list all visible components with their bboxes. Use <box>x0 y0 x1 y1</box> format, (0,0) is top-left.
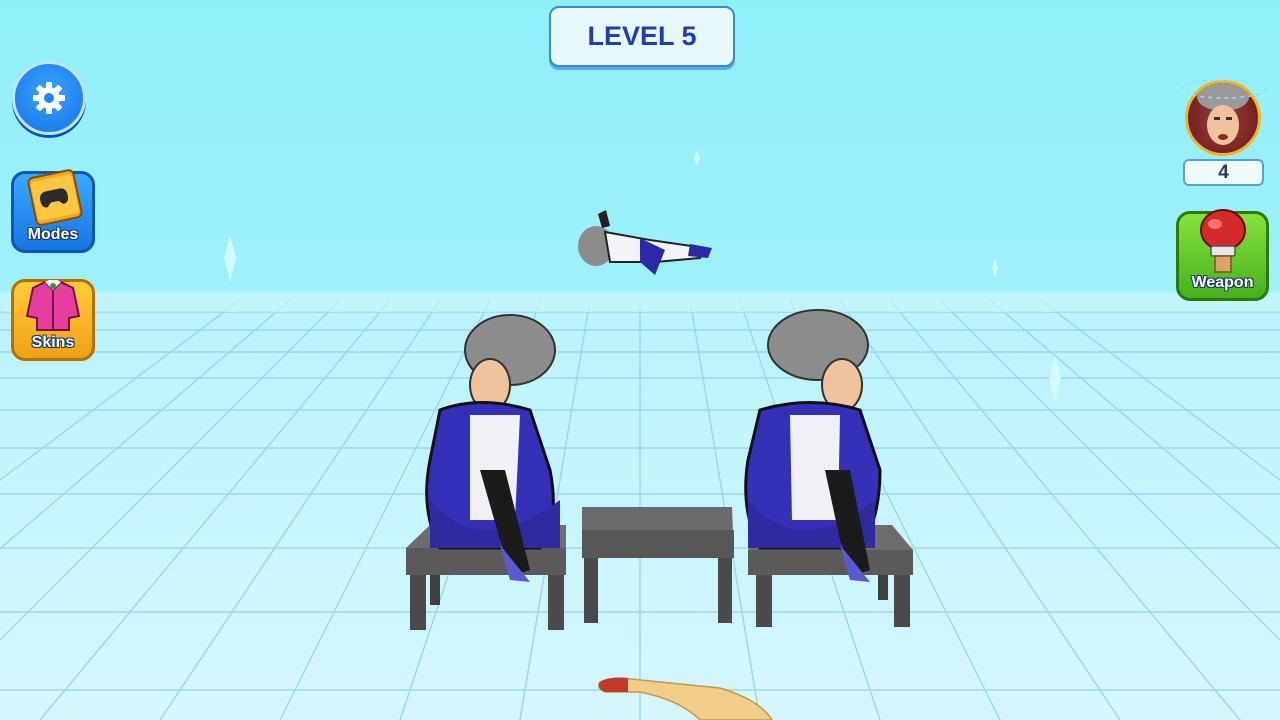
game-scene <box>0 150 1280 720</box>
modes-label: Modes <box>27 226 79 243</box>
weapon-label: Weapon <box>1191 274 1254 291</box>
modes-button[interactable]: Modes <box>11 169 95 253</box>
boxing-glove-icon <box>1199 209 1246 273</box>
dizzy-stars-icon <box>1181 79 1267 99</box>
skins-label: Skins <box>31 334 75 351</box>
gear-icon <box>33 82 65 114</box>
flying-character <box>578 210 712 275</box>
level-indicator: LEVEL 5 <box>549 6 735 67</box>
ice-sparkles <box>224 150 1061 402</box>
settings-button[interactable] <box>12 61 86 135</box>
lives-count: 4 <box>1218 161 1229 183</box>
held-weapon <box>598 677 773 720</box>
gamepad-book-icon <box>27 169 83 226</box>
jacket-icon <box>25 280 81 331</box>
right-teacher <box>744 309 882 582</box>
skins-button[interactable]: Skins <box>11 279 95 361</box>
left-teacher <box>425 314 560 582</box>
level-label: LEVEL 5 <box>587 21 697 51</box>
lives-counter: 4 <box>1183 159 1264 186</box>
center-table <box>582 507 734 623</box>
weapon-button[interactable]: Weapon <box>1176 209 1269 301</box>
